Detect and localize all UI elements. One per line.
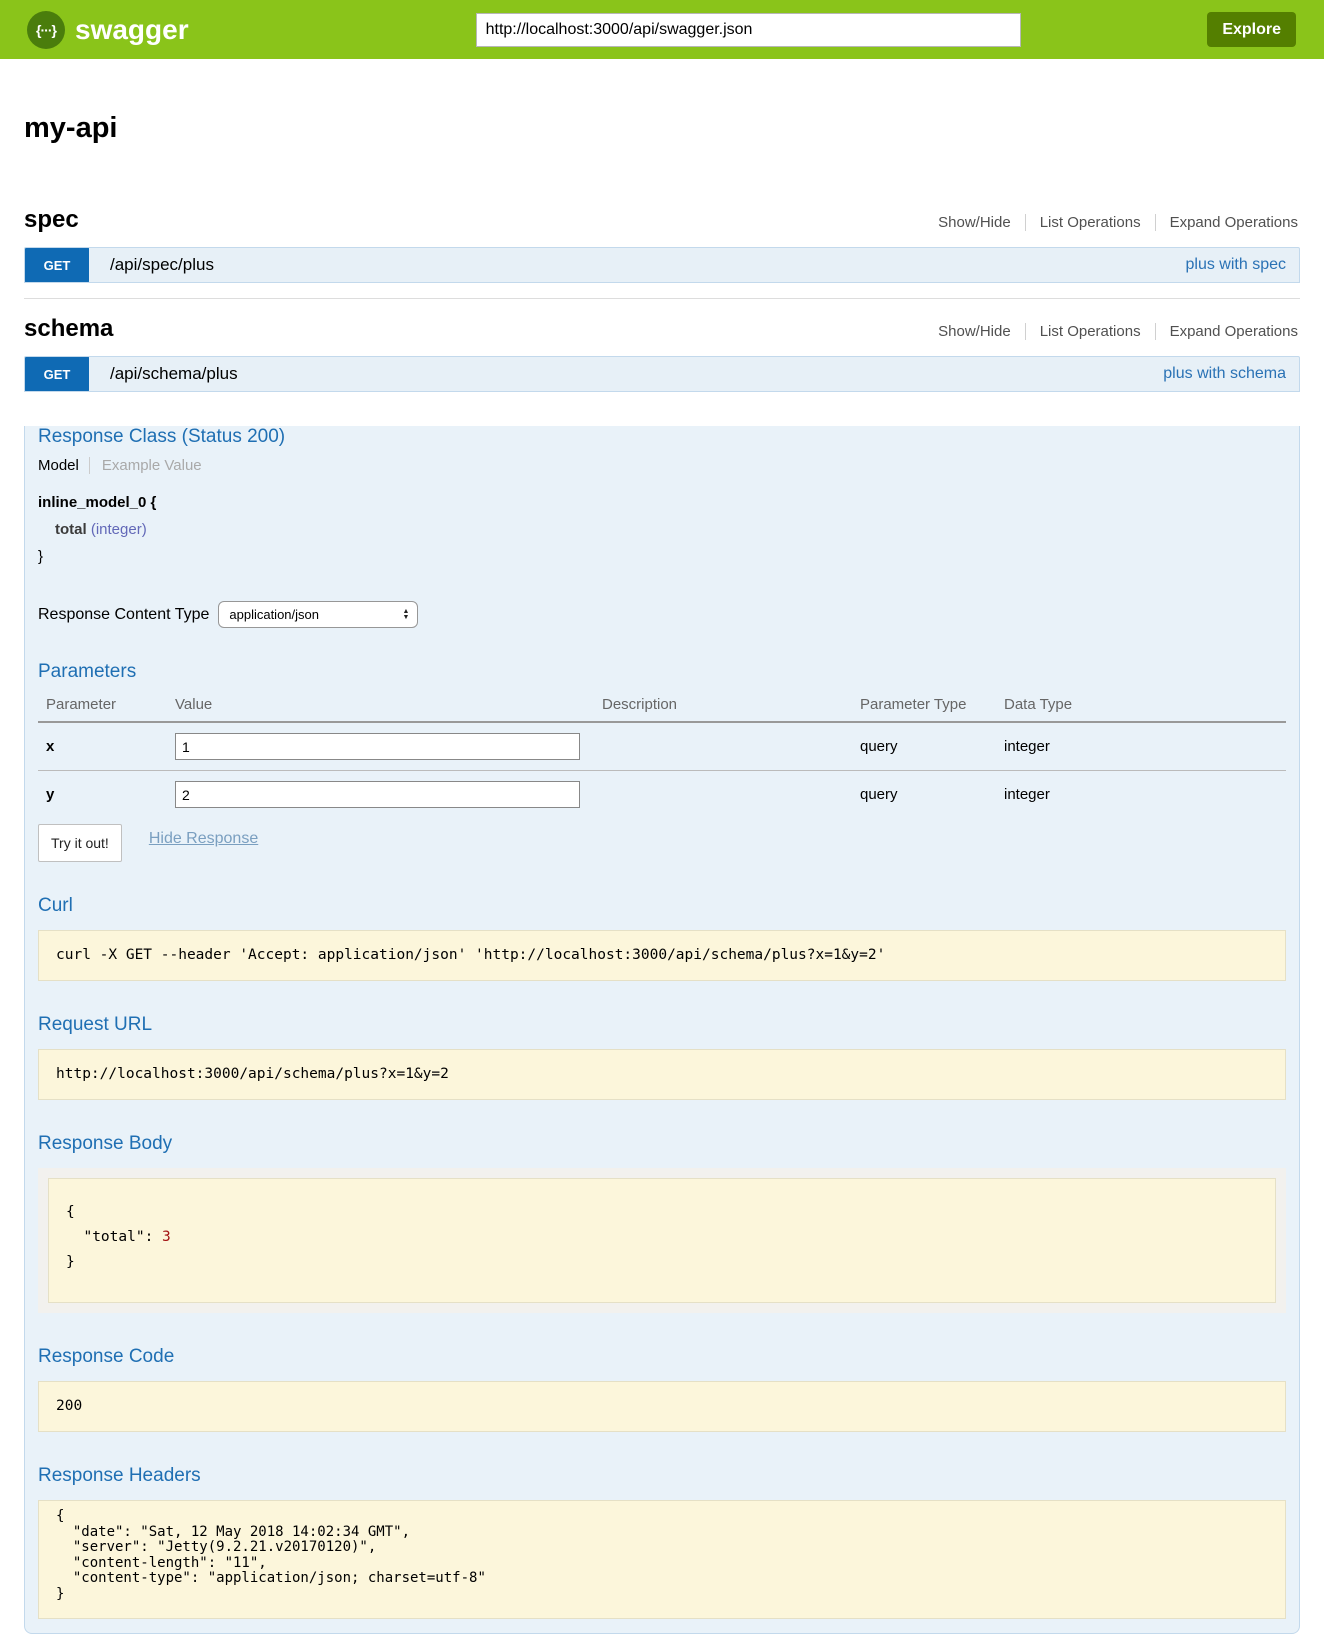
json-number-value: 3	[162, 1229, 171, 1245]
swagger-logo-icon: {···}	[27, 11, 65, 49]
tab-example-value[interactable]: Example Value	[89, 457, 202, 474]
spec-section-header: spec Show/Hide List Operations Expand Op…	[24, 206, 1300, 234]
api-url-input[interactable]	[476, 13, 1021, 47]
parameters-table: Parameter Value Description Parameter Ty…	[38, 696, 1286, 818]
hide-response-link[interactable]: Hide Response	[149, 830, 258, 848]
spec-operation-summary-link[interactable]: plus with spec	[1186, 256, 1287, 274]
spec-get-method-badge[interactable]: GET	[25, 247, 89, 283]
brand-name: swagger	[75, 14, 189, 46]
request-url-heading: Request URL	[38, 1014, 1286, 1036]
param-data-type: integer	[1004, 722, 1286, 771]
operation-actions: Try it out! Hide Response	[38, 824, 1286, 862]
spec-expand-operations-link[interactable]: Expand Operations	[1155, 214, 1300, 231]
param-type: query	[860, 771, 1004, 819]
col-data-type: Data Type	[1004, 696, 1286, 722]
param-y-value-input[interactable]	[175, 781, 580, 808]
curl-command: curl -X GET --header 'Accept: applicatio…	[38, 930, 1286, 981]
param-description	[602, 771, 860, 819]
response-headers-heading: Response Headers	[38, 1465, 1286, 1487]
header-bar: {···} swagger Explore	[0, 0, 1324, 59]
spec-operation-path[interactable]: /api/spec/plus	[110, 255, 214, 275]
schema-get-operation-row: GET /api/schema/plus plus with schema	[24, 356, 1300, 392]
model-property: total (integer)	[38, 516, 1286, 543]
model-name: inline_model_0 {	[38, 489, 1286, 516]
schema-operation-path[interactable]: /api/schema/plus	[110, 364, 238, 384]
parameter-row-x: x query integer	[38, 722, 1286, 771]
response-content-type-select[interactable]: application/json	[218, 601, 418, 628]
schema-list-operations-link[interactable]: List Operations	[1025, 323, 1155, 340]
schema-operation-summary-link[interactable]: plus with schema	[1163, 365, 1286, 383]
spec-section-title: spec	[24, 206, 79, 234]
param-name: y	[38, 771, 175, 819]
parameters-header-row: Parameter Value Description Parameter Ty…	[38, 696, 1286, 722]
schema-operation-panel: Response Class (Status 200) Model Exampl…	[24, 426, 1300, 1634]
tab-model[interactable]: Model	[38, 457, 89, 474]
param-data-type: integer	[1004, 771, 1286, 819]
model-tabs: Model Example Value	[38, 457, 1286, 474]
col-parameter-type: Parameter Type	[860, 696, 1004, 722]
response-body-heading: Response Body	[38, 1133, 1286, 1155]
schema-show-hide-link[interactable]: Show/Hide	[924, 323, 1025, 340]
schema-expand-operations-link[interactable]: Expand Operations	[1155, 323, 1300, 340]
col-parameter: Parameter	[38, 696, 175, 722]
model-close-brace: }	[38, 543, 1286, 570]
response-content-type-row: Response Content Type application/json ▲…	[38, 601, 1286, 628]
schema-section-header: schema Show/Hide List Operations Expand …	[24, 315, 1300, 343]
schema-get-method-badge[interactable]: GET	[25, 356, 89, 392]
schema-section-title: schema	[24, 315, 113, 343]
spec-show-hide-link[interactable]: Show/Hide	[924, 214, 1025, 231]
response-body-json: { "total": 3 }	[48, 1178, 1276, 1303]
page-title: my-api	[24, 112, 1300, 145]
parameters-heading: Parameters	[38, 661, 1286, 683]
response-content-type-select-wrap: application/json ▲▼	[218, 601, 418, 628]
response-code-heading: Response Code	[38, 1346, 1286, 1368]
parameter-row-y: y query integer	[38, 771, 1286, 819]
swagger-logo[interactable]: {···} swagger	[27, 11, 189, 49]
property-name: total	[55, 521, 87, 538]
response-class-heading: Response Class (Status 200)	[38, 426, 1286, 448]
explore-button[interactable]: Explore	[1207, 12, 1296, 47]
curl-heading: Curl	[38, 895, 1286, 917]
param-type: query	[860, 722, 1004, 771]
main-content: my-api spec Show/Hide List Operations Ex…	[24, 112, 1300, 1634]
braces-icon: {···}	[36, 22, 56, 38]
param-x-value-input[interactable]	[175, 733, 580, 760]
response-content-type-label: Response Content Type	[38, 606, 209, 624]
schema-section-controls: Show/Hide List Operations Expand Operati…	[924, 323, 1300, 340]
spec-list-operations-link[interactable]: List Operations	[1025, 214, 1155, 231]
spec-section-controls: Show/Hide List Operations Expand Operati…	[924, 214, 1300, 231]
col-value: Value	[175, 696, 602, 722]
response-body-container: { "total": 3 }	[38, 1168, 1286, 1313]
col-description: Description	[602, 696, 860, 722]
param-description	[602, 722, 860, 771]
response-code-value: 200	[38, 1381, 1286, 1432]
request-url-value: http://localhost:3000/api/schema/plus?x=…	[38, 1049, 1286, 1100]
section-divider	[24, 298, 1300, 299]
model-signature: inline_model_0 { total (integer) }	[38, 489, 1286, 570]
response-headers-json: { "date": "Sat, 12 May 2018 14:02:34 GMT…	[38, 1500, 1286, 1619]
param-name: x	[38, 722, 175, 771]
property-type: (integer)	[91, 521, 147, 538]
try-it-out-button[interactable]: Try it out!	[38, 824, 122, 862]
spec-get-operation-row: GET /api/spec/plus plus with spec	[24, 247, 1300, 283]
